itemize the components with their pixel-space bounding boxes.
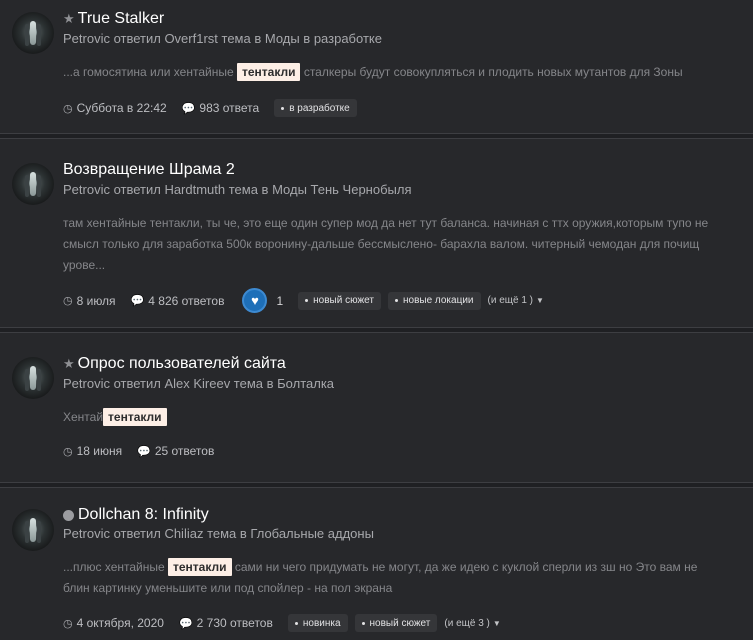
replies-stat: 💬 25 ответов [137,444,214,458]
snippet-line: блин картинку уменьшите или под спойлер … [63,581,393,595]
avatar[interactable] [12,12,54,54]
reaction-count: 1 [276,293,284,308]
search-highlight: тентакли [103,408,167,426]
result-title-text[interactable]: Возвращение Шрама 2 [63,161,235,179]
more-tags-text: (и ещё 1 ) [487,295,534,306]
result-title[interactable]: ★ True Stalker [63,10,164,28]
more-tags-toggle[interactable]: (и ещё 1 ) ▼ [488,295,544,306]
result-snippet: ...плюс хентайные тентакли сами ни чего … [63,557,753,599]
clock-icon: ◷ [63,617,73,630]
snippet-line: смысл только для заработка 500к воронину… [63,237,700,251]
clock-icon: ◷ [63,102,73,115]
date-text[interactable]: 18 июня [77,444,123,458]
snippet-line: ...плюс хентайные тентакли сами ни чего … [63,557,753,578]
result-meta-line: Petrovic ответил Alex Kireev тема в Болт… [63,376,335,391]
replies-count: 4 826 ответов [148,293,225,308]
result-title-text[interactable]: Dollchan 8: Infinity [78,506,209,524]
date-stat: ◷ 8 июля [63,294,116,308]
reactions[interactable]: ♥ 1 [242,288,283,313]
result-stats: ◷ Суббота в 22:42 💬 983 ответа в разработк… [63,99,364,117]
comment-icon: 💬 [137,445,151,458]
result-title-text[interactable]: Опрос пользователей сайта [78,355,286,373]
replies-stat: 💬 4 826 ответов [131,294,225,308]
comment-icon: 💬 [130,295,145,307]
snippet-line: урове... [63,258,106,272]
search-highlight: тентакли [168,558,232,576]
caret-down-icon: ▼ [536,296,544,305]
tag[interactable]: новинка [287,614,348,632]
replies-stat: 💬 983 ответа [182,101,260,115]
comment-icon: 💬 [181,102,196,115]
date-text[interactable]: 4 октября, 2020 [77,616,164,630]
date-text[interactable]: 8 июля [77,294,116,308]
result-title[interactable]: Возвращение Шрама 2 [63,161,235,179]
avatar[interactable] [12,509,54,551]
caret-down-icon: ▼ [492,618,501,628]
avatar[interactable] [12,163,54,205]
divider [0,133,753,139]
star-icon: ★ [63,356,75,371]
snippet-text: Хентай [63,410,104,424]
replies-stat: 💬 2 730 ответов [179,616,273,630]
date-stat: ◷ 18 июня [63,444,122,458]
result-meta-line: Petrovic ответил Chiliaz тема в Глобальн… [63,526,374,541]
result-meta-line: Petrovic ответил Overf1rst тема в Моды в… [63,31,382,46]
replies-count: 2 730 ответов [196,616,273,630]
snippet-text: ...плюс хентайные [63,560,168,574]
result-stats: ◷ 8 июля 💬 4 826 ответов ♥ 1 новый сюжет но… [63,288,544,313]
date-stat: ◷ 4 октября, 2020 [63,616,164,630]
result-title[interactable]: Dollchan 8: Infinity [63,506,209,524]
result-snippet: там хентайные тентакли, ты че, это еще о… [63,213,753,276]
star-icon: ★ [63,11,75,26]
search-highlight: тентакли [236,63,301,81]
snippet-text: сталкеры будут совокупляться и плодить н… [300,65,683,79]
snippet-text: сами ни чего придумать не могут, да же и… [231,560,698,574]
result-title[interactable]: ★ Опрос пользователей сайта [63,355,286,373]
result-title-text[interactable]: True Stalker [78,10,165,28]
clock-icon: ◷ [63,445,73,458]
avatar[interactable] [12,357,54,399]
result-snippet: Хентай тентакли [63,407,753,428]
replies-count: 983 ответа [199,101,260,115]
result-stats: ◷ 18 июня 💬 25 ответов [63,444,229,458]
divider [0,482,753,488]
clock-icon: ◷ [63,295,73,307]
date-stat: ◷ Суббота в 22:42 [63,101,167,115]
comment-icon: 💬 [178,617,193,630]
tag[interactable]: новый сюжет [354,614,438,632]
more-tags-toggle[interactable]: (и ещё 3 ) ▼ [444,618,500,629]
snippet-line: там хентайные тентакли, ты че, это еще о… [63,216,709,230]
tag[interactable]: новый сюжет [298,291,381,310]
result-stats: ◷ 4 октября, 2020 💬 2 730 ответов новинка … [63,614,501,632]
heart-icon: ♥ [242,288,268,313]
snippet-text: ...а гомосятина или хентайные [63,65,237,79]
more-tags-text: (и ещё 3 ) [444,617,490,629]
circle-icon [63,510,74,521]
tag[interactable]: в разработке [274,99,357,117]
result-meta-line: Petrovic ответил Hardtmuth тема в Моды Т… [63,182,412,197]
divider [0,327,753,333]
tag[interactable]: новые локации [388,291,481,310]
result-snippet: ...а гомосятина или хентайные тентакли с… [63,62,753,83]
date-text[interactable]: Суббота в 22:42 [77,101,167,115]
replies-count: 25 ответов [154,444,215,458]
